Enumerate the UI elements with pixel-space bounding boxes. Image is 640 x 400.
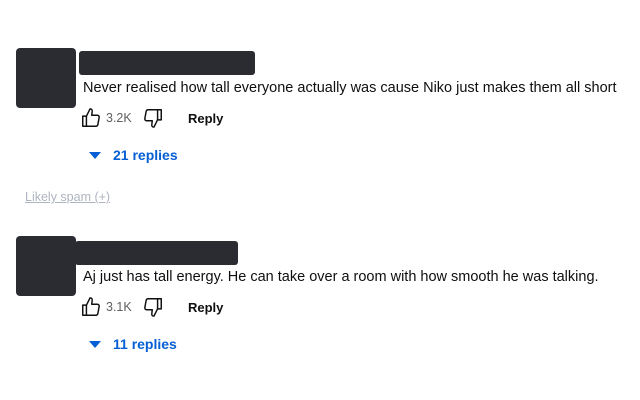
comment-text: Aj just has tall energy. He can take ove… — [83, 269, 599, 285]
caret-down-icon — [89, 340, 101, 348]
thumbs-down-icon[interactable] — [142, 107, 164, 129]
comments-section: Never realised how tall everyone actuall… — [0, 0, 640, 400]
avatar[interactable] — [16, 236, 76, 296]
replies-label: 21 replies — [113, 147, 178, 163]
thumbs-up-icon[interactable] — [80, 107, 102, 129]
thumbs-down-icon[interactable] — [142, 296, 164, 318]
comment-actions: 3.2K Reply — [80, 107, 223, 129]
author-name-redacted[interactable] — [75, 241, 238, 265]
replies-label: 11 replies — [113, 336, 177, 352]
avatar[interactable] — [16, 48, 76, 108]
thumbs-up-icon[interactable] — [80, 296, 102, 318]
like-count: 3.2K — [106, 111, 132, 125]
like-count: 3.1K — [106, 300, 132, 314]
reply-button[interactable]: Reply — [188, 300, 223, 315]
comment-text: Never realised how tall everyone actuall… — [83, 80, 617, 96]
view-replies-button[interactable]: 11 replies — [89, 336, 177, 352]
comment-actions: 3.1K Reply — [80, 296, 223, 318]
caret-down-icon — [89, 151, 101, 159]
likely-spam-link[interactable]: Likely spam (+) — [25, 190, 110, 204]
reply-button[interactable]: Reply — [188, 111, 223, 126]
author-name-redacted[interactable] — [79, 51, 255, 75]
view-replies-button[interactable]: 21 replies — [89, 147, 178, 163]
